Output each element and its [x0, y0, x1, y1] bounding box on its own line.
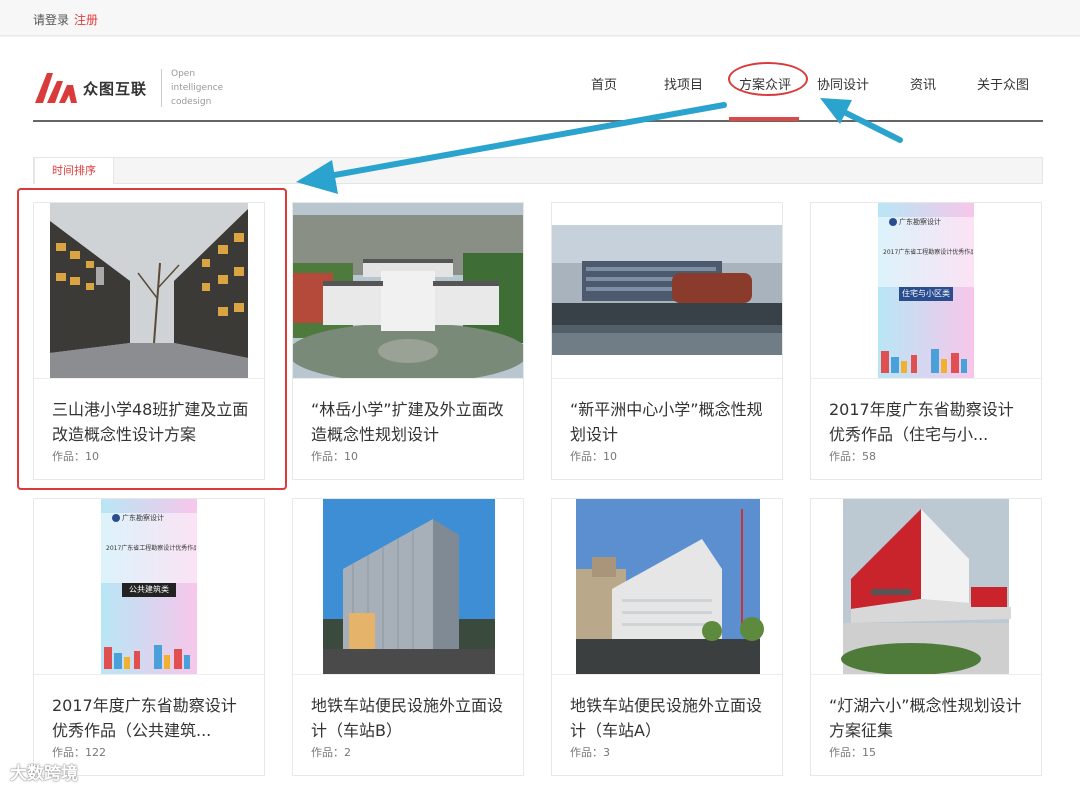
top-bar: 请登录 注册: [0, 0, 1080, 36]
project-card[interactable]: 广东勘察设计 2017广东省工程勘察设计优秀作品展 住宅与小区类 2017年度广…: [810, 202, 1042, 480]
project-thumbnail: [293, 203, 523, 378]
watermark: 大数跨境: [10, 759, 78, 784]
project-thumbnail: 广东勘察设计 2017广东省工程勘察设计优秀作品展 住宅与小区类: [811, 203, 1041, 378]
project-title[interactable]: 2017年度广东省勘察设计优秀作品（住宅与小...: [829, 397, 1029, 447]
card-divider: [293, 378, 523, 379]
main-nav: 首页 找项目 方案众评 协同设计 资讯 关于众图: [0, 74, 1080, 94]
project-title[interactable]: 地铁车站便民设施外立面设计（车站A）: [570, 693, 770, 743]
annotation-box: [17, 188, 287, 490]
project-count: 作品：3: [570, 746, 610, 759]
project-count: 作品：15: [829, 746, 876, 759]
project-thumbnail: [293, 499, 523, 674]
project-card[interactable]: “新平洲中心小学”概念性规划设计 作品：10: [551, 202, 783, 480]
card-divider: [34, 674, 264, 675]
poster-header: 广东勘察设计: [899, 218, 941, 226]
project-card[interactable]: 地铁车站便民设施外立面设计（车站B） 作品：2: [292, 498, 524, 776]
register-link[interactable]: 注册: [74, 11, 98, 28]
login-link[interactable]: 请登录: [33, 11, 69, 28]
card-divider: [293, 674, 523, 675]
card-divider: [811, 674, 1041, 675]
nav-underline: [33, 120, 1043, 122]
project-title[interactable]: “灯湖六小”概念性规划设计方案征集: [829, 693, 1029, 743]
project-title[interactable]: 2017年度广东省勘察设计优秀作品（公共建筑...: [52, 693, 252, 743]
project-thumbnail: [811, 499, 1041, 674]
project-card[interactable]: 广东勘察设计 2017广东省工程勘察设计优秀作品展 公共建筑类 2017年度广东…: [33, 498, 265, 776]
project-thumbnail: 广东勘察设计 2017广东省工程勘察设计优秀作品展 公共建筑类: [34, 499, 264, 674]
logo-tagline-line: codesign: [171, 97, 212, 107]
project-title[interactable]: “林岳小学”扩建及外立面改造概念性规划设计: [311, 397, 511, 447]
poster-line: 2017广东省工程勘察设计优秀作品展: [883, 249, 973, 256]
nav-about[interactable]: 关于众图: [977, 74, 1029, 93]
project-card[interactable]: “林岳小学”扩建及外立面改造概念性规划设计 作品：10: [292, 202, 524, 480]
card-divider: [552, 378, 782, 379]
nav-collab-design[interactable]: 协同设计: [817, 74, 869, 93]
nav-find-project[interactable]: 找项目: [664, 74, 703, 93]
project-title[interactable]: 地铁车站便民设施外立面设计（车站B）: [311, 693, 511, 743]
card-divider: [811, 378, 1041, 379]
poster-line: 2017广东省工程勘察设计优秀作品展: [106, 545, 196, 552]
project-thumbnail: [552, 203, 782, 378]
project-count: 作品：10: [570, 450, 617, 463]
watermark-text: 大数跨境: [10, 764, 78, 784]
project-card[interactable]: “灯湖六小”概念性规划设计方案征集 作品：15: [810, 498, 1042, 776]
nav-active-indicator: [729, 117, 799, 121]
project-title[interactable]: “新平洲中心小学”概念性规划设计: [570, 397, 770, 447]
card-divider: [552, 674, 782, 675]
sort-tabs: 时间排序: [33, 157, 1043, 184]
annotation-circle: [728, 62, 808, 96]
project-count: 作品：2: [311, 746, 351, 759]
project-card[interactable]: 地铁车站便民设施外立面设计（车站A） 作品：3: [551, 498, 783, 776]
nav-news[interactable]: 资讯: [910, 74, 936, 93]
tab-time-sort[interactable]: 时间排序: [34, 157, 114, 184]
poster-header: 广东勘察设计: [122, 514, 164, 522]
project-count: 作品：58: [829, 450, 876, 463]
nav-home[interactable]: 首页: [591, 74, 617, 93]
project-count: 作品：10: [311, 450, 358, 463]
poster-label: 公共建筑类: [129, 585, 169, 594]
project-thumbnail: [552, 499, 782, 674]
project-count: 作品：122: [52, 746, 106, 759]
poster-label: 住宅与小区类: [902, 289, 950, 298]
